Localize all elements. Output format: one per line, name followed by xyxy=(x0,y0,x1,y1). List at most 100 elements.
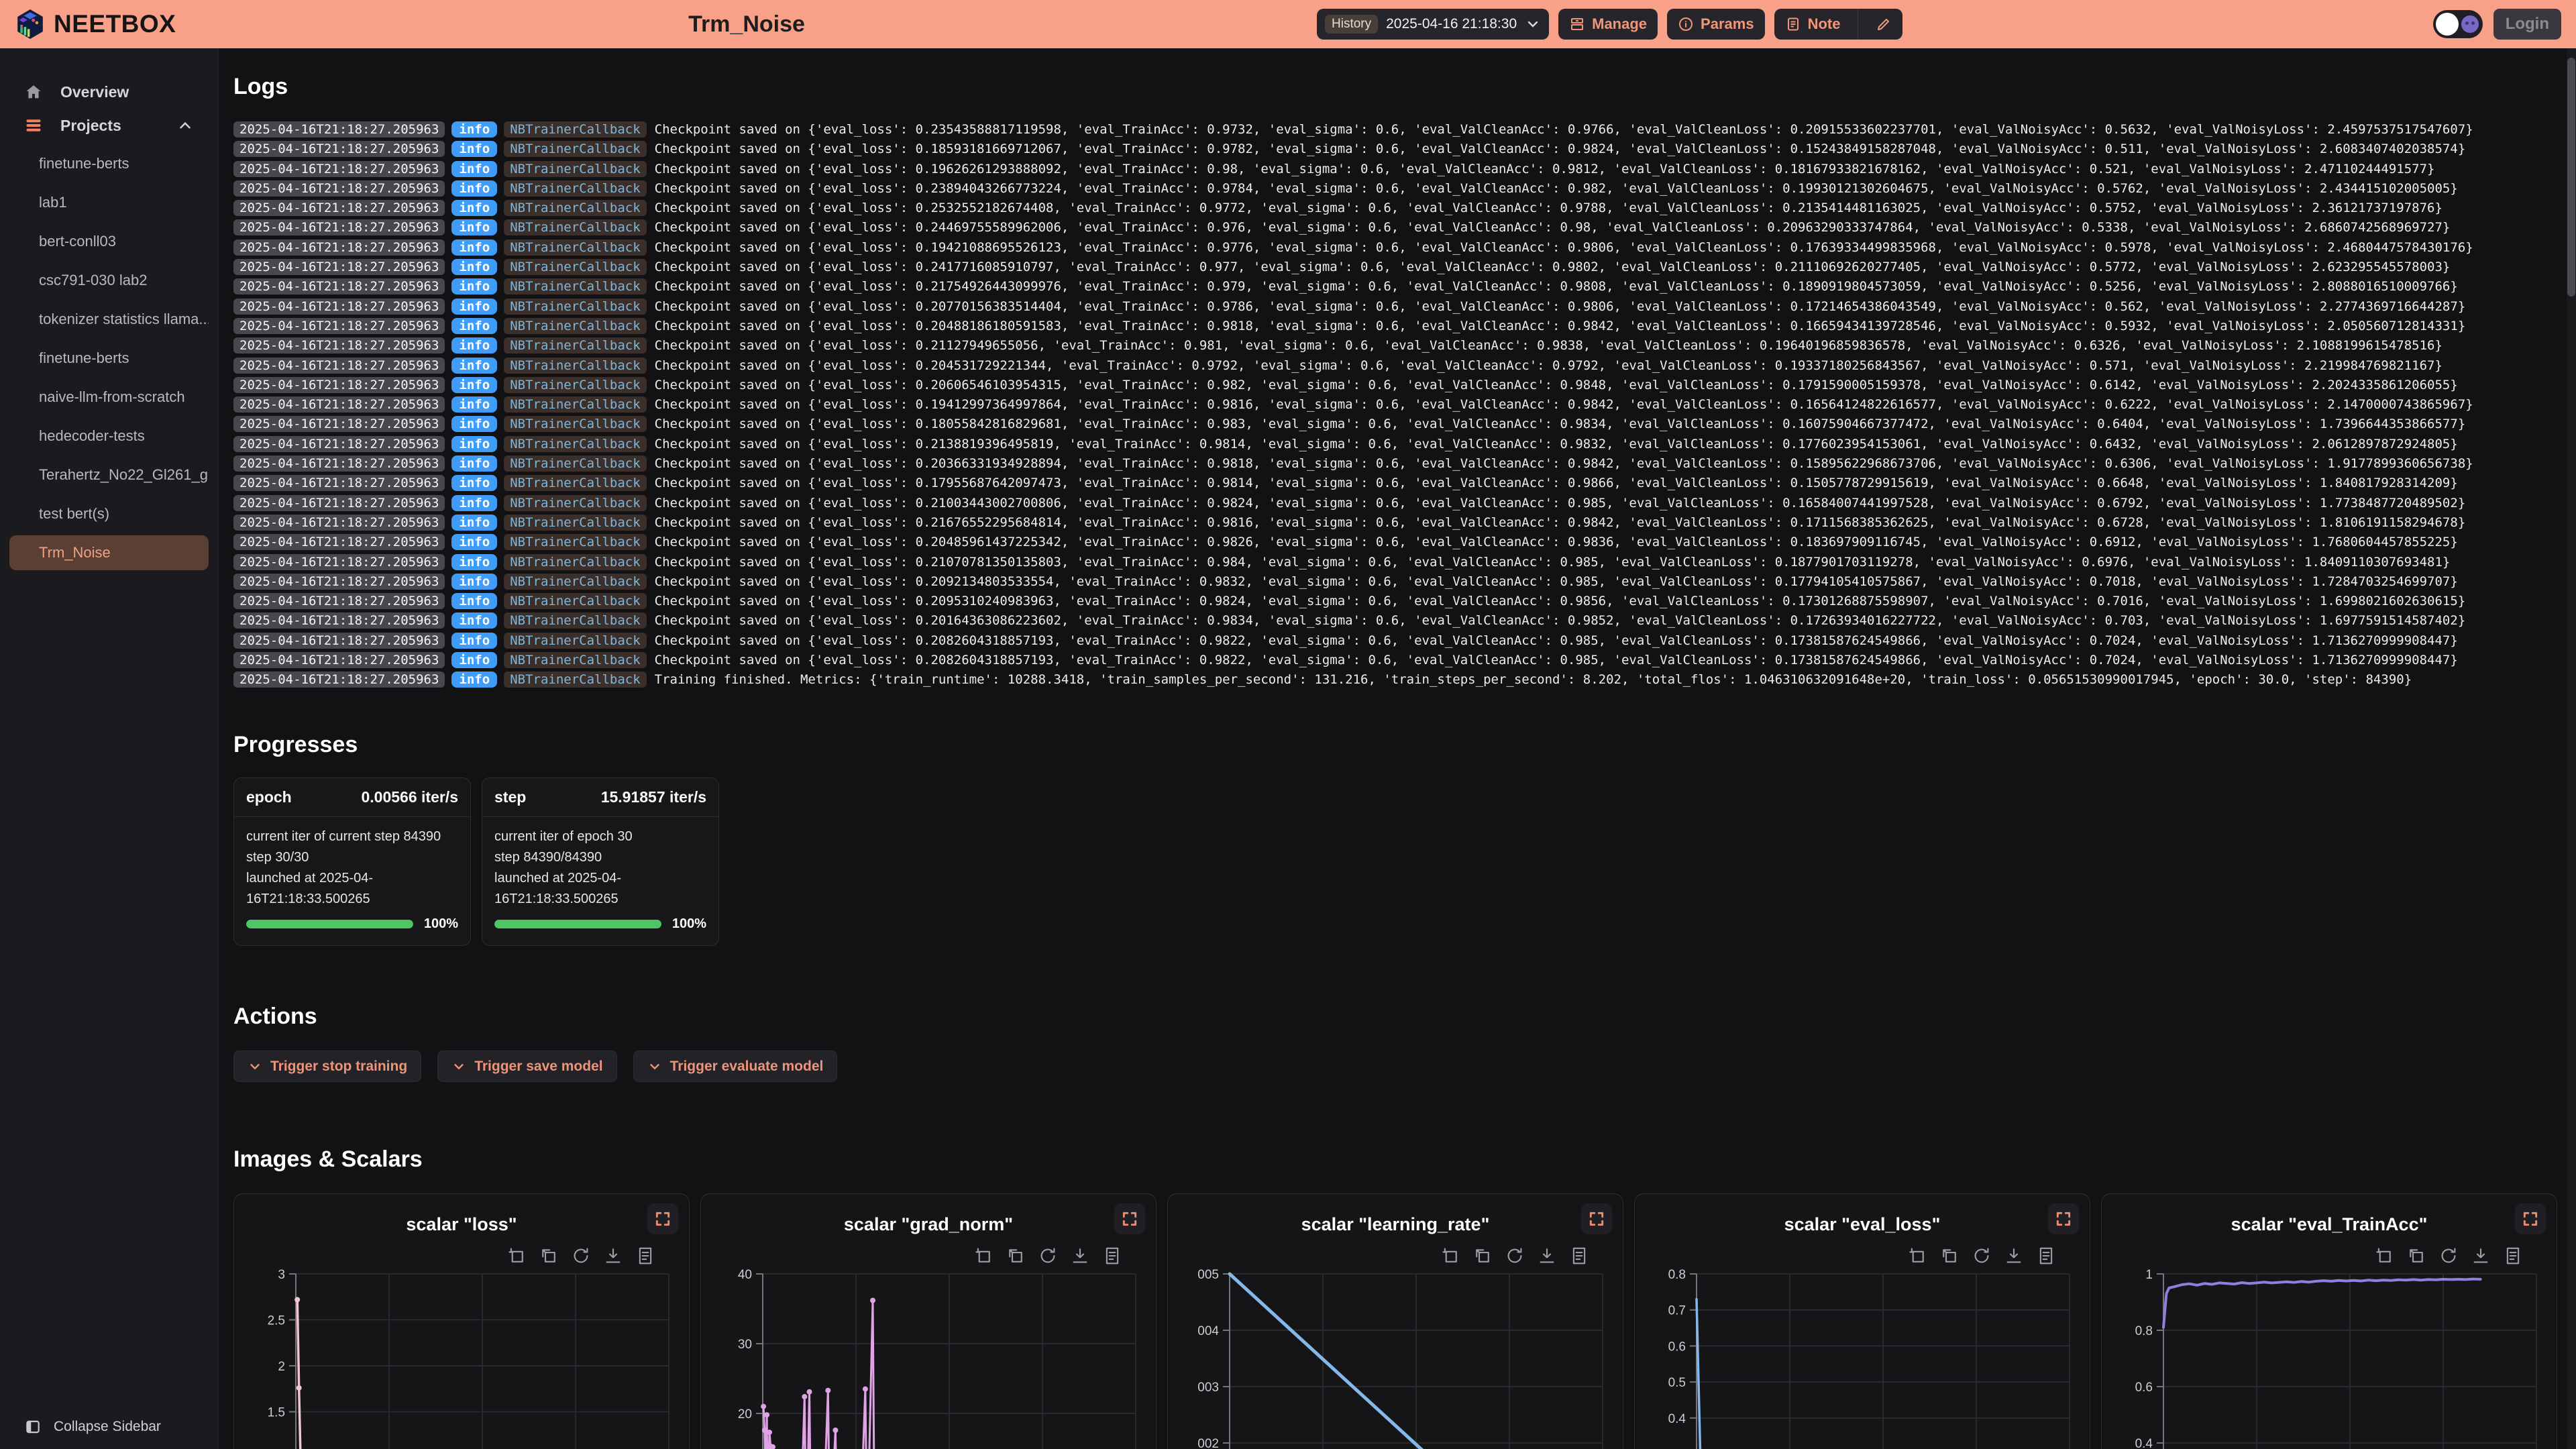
refresh-icon[interactable] xyxy=(1038,1246,1058,1266)
log-level-badge: info xyxy=(451,358,497,374)
log-message: Checkpoint saved on {'eval_loss': 0.2082… xyxy=(655,653,2458,667)
chart-plot[interactable]: 40302010 xyxy=(712,1266,1146,1449)
log-source-badge: NBTrainerCallback xyxy=(504,436,646,452)
history-select[interactable]: History 2025-04-16 21:18:30 xyxy=(1317,9,1549,40)
svg-text:1: 1 xyxy=(2145,1268,2153,1282)
download-icon[interactable] xyxy=(1537,1246,1557,1266)
svg-text:0.8: 0.8 xyxy=(2135,1324,2153,1338)
action-label: Trigger save model xyxy=(474,1059,602,1075)
refresh-icon[interactable] xyxy=(571,1246,591,1266)
archive-icon xyxy=(1569,16,1585,32)
history-tag: History xyxy=(1325,15,1378,34)
refresh-icon[interactable] xyxy=(1972,1246,1992,1266)
sidebar-item-project[interactable]: lab1 xyxy=(9,185,209,220)
log-timestamp: 2025-04-16T21:18:27.205963 xyxy=(233,180,445,197)
sidebar-item-project[interactable]: hedecoder-tests xyxy=(9,419,209,453)
sidebar-item-project[interactable]: Trm_Noise xyxy=(9,535,209,570)
log-source-badge: NBTrainerCallback xyxy=(504,299,646,315)
theme-toggle[interactable] xyxy=(2433,10,2483,38)
download-icon[interactable] xyxy=(2004,1246,2024,1266)
zoom-box-icon[interactable] xyxy=(1440,1246,1460,1266)
collapse-sidebar-button[interactable]: Collapse Sidebar xyxy=(24,1418,161,1436)
chart-toolbox xyxy=(1646,1235,2079,1266)
sidebar-item-project[interactable]: finetune-berts xyxy=(9,341,209,376)
sidebar-item-project[interactable]: test bert(s) xyxy=(9,496,209,531)
action-label: Trigger stop training xyxy=(270,1059,407,1075)
chart-plot[interactable]: 0.80.70.60.50.40.30.2 xyxy=(1646,1266,2080,1449)
sidebar-item-projects[interactable]: Projects xyxy=(0,109,218,142)
download-icon[interactable] xyxy=(2471,1246,2491,1266)
log-level-badge: info xyxy=(451,612,497,629)
refresh-icon[interactable] xyxy=(1505,1246,1525,1266)
params-button[interactable]: Params xyxy=(1667,9,1765,40)
log-level-badge: info xyxy=(451,337,497,354)
log-source-badge: NBTrainerCallback xyxy=(504,672,646,688)
zoom-box-icon[interactable] xyxy=(1907,1246,1927,1266)
data-view-icon[interactable] xyxy=(1102,1246,1122,1266)
restore-icon[interactable] xyxy=(1006,1246,1026,1266)
fullscreen-button[interactable] xyxy=(1581,1203,1612,1234)
zoom-box-icon[interactable] xyxy=(973,1246,994,1266)
sidebar-item-project[interactable]: tokenizer statistics llama... xyxy=(9,302,209,337)
log-level-badge: info xyxy=(451,633,497,649)
chart-plot[interactable]: 005004003002001 xyxy=(1179,1266,1613,1449)
action-trigger-button[interactable]: Trigger save model xyxy=(437,1051,616,1082)
data-view-icon[interactable] xyxy=(635,1246,655,1266)
log-timestamp: 2025-04-16T21:18:27.205963 xyxy=(233,318,445,334)
restore-icon[interactable] xyxy=(2406,1246,2426,1266)
fullscreen-button[interactable] xyxy=(647,1203,678,1234)
chart-plot[interactable]: 10.80.60.40.2 xyxy=(2112,1266,2547,1449)
scalar-chart-card: scalar "learning_rate"005004003002001 xyxy=(1167,1193,1623,1449)
restore-icon[interactable] xyxy=(539,1246,559,1266)
svg-text:40: 40 xyxy=(738,1268,752,1282)
action-trigger-button[interactable]: Trigger stop training xyxy=(233,1051,421,1082)
sidebar-item-overview[interactable]: Overview xyxy=(0,75,218,109)
chart-plot[interactable]: 32.521.51 xyxy=(245,1266,680,1449)
chevron-down-icon xyxy=(451,1059,466,1074)
manage-button[interactable]: Manage xyxy=(1558,9,1658,40)
sidebar-item-project[interactable]: naive-llm-from-scratch xyxy=(9,380,209,415)
log-timestamp: 2025-04-16T21:18:27.205963 xyxy=(233,455,445,472)
restore-icon[interactable] xyxy=(1939,1246,1960,1266)
action-trigger-button[interactable]: Trigger evaluate model xyxy=(633,1051,838,1082)
log-source-badge: NBTrainerCallback xyxy=(504,200,646,216)
log-timestamp: 2025-04-16T21:18:27.205963 xyxy=(233,574,445,590)
sidebar-item-project[interactable]: bert-conll03 xyxy=(9,224,209,259)
progress-bar xyxy=(246,920,413,928)
fullscreen-button[interactable] xyxy=(2515,1203,2546,1234)
toggle-knob xyxy=(2436,13,2459,36)
log-timestamp: 2025-04-16T21:18:27.205963 xyxy=(233,436,445,452)
sidebar-item-project[interactable]: Terahertz_No22_Gl261_gl... xyxy=(9,458,209,492)
data-view-icon[interactable] xyxy=(1569,1246,1589,1266)
zoom-box-icon[interactable] xyxy=(2374,1246,2394,1266)
log-row: 2025-04-16T21:18:27.205963infoNBTrainerC… xyxy=(233,653,2563,668)
download-icon[interactable] xyxy=(1070,1246,1090,1266)
log-message: Training finished. Metrics: {'train_runt… xyxy=(655,672,2412,687)
log-timestamp: 2025-04-16T21:18:27.205963 xyxy=(233,377,445,393)
log-timestamp: 2025-04-16T21:18:27.205963 xyxy=(233,612,445,629)
fullscreen-button[interactable] xyxy=(2048,1203,2079,1234)
scrollbar-thumb[interactable] xyxy=(2567,58,2575,297)
log-message: Checkpoint saved on {'eval_loss': 0.1795… xyxy=(655,476,2458,490)
scalar-chart-row: scalar "loss"32.521.51scalar "grad_norm"… xyxy=(233,1193,2563,1449)
svg-text:005: 005 xyxy=(1197,1268,1219,1282)
zoom-box-icon[interactable] xyxy=(506,1246,527,1266)
refresh-icon[interactable] xyxy=(2438,1246,2459,1266)
log-source-badge: NBTrainerCallback xyxy=(504,318,646,334)
log-row: 2025-04-16T21:18:27.205963infoNBTrainerC… xyxy=(233,456,2563,472)
log-timestamp: 2025-04-16T21:18:27.205963 xyxy=(233,515,445,531)
fullscreen-icon xyxy=(1588,1210,1605,1228)
data-view-icon[interactable] xyxy=(2503,1246,2523,1266)
images-scalars-heading: Images & Scalars xyxy=(233,1145,2563,1173)
svg-text:2: 2 xyxy=(278,1360,285,1374)
note-button[interactable]: Note xyxy=(1774,9,1851,40)
login-button[interactable]: Login xyxy=(2493,9,2561,40)
sidebar-item-project[interactable]: finetune-berts xyxy=(9,146,209,181)
download-icon[interactable] xyxy=(603,1246,623,1266)
data-view-icon[interactable] xyxy=(2036,1246,2056,1266)
restore-icon[interactable] xyxy=(1472,1246,1493,1266)
edit-note-button[interactable] xyxy=(1865,9,1902,40)
sidebar-item-project[interactable]: csc791-030 lab2 xyxy=(9,263,209,298)
fullscreen-button[interactable] xyxy=(1114,1203,1145,1234)
progress-name: step xyxy=(494,788,526,806)
